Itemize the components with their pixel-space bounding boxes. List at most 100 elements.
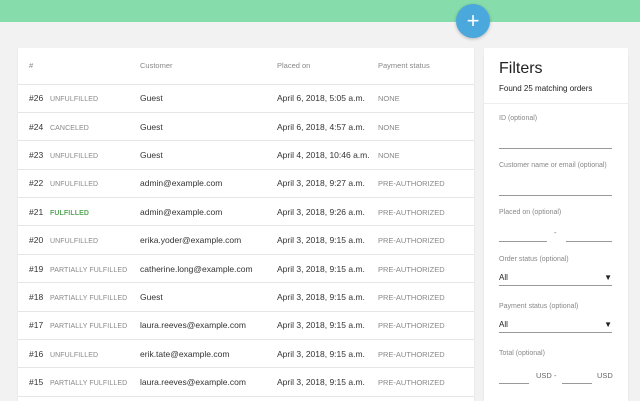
order-placed-on: April 3, 2018, 9:15 a.m. xyxy=(277,225,378,255)
order-status: CANCELED xyxy=(50,112,140,142)
order-payment-status-text: PRE-AUTHORIZED xyxy=(378,321,445,331)
order-customer: catherine.long@example.com xyxy=(140,254,277,284)
payment-status-value: All xyxy=(499,320,508,329)
order-number-text: #16 xyxy=(29,348,44,359)
order-placed-on: April 6, 2018, 4:57 a.m. xyxy=(277,112,378,142)
order-status: FULFILLED xyxy=(50,197,140,227)
orders-panel: # Customer Placed on Payment status #26 U… xyxy=(18,48,474,401)
column-header-number[interactable]: # xyxy=(18,48,50,85)
total-max-input[interactable] xyxy=(562,370,592,384)
order-status-value: All xyxy=(499,273,508,282)
order-number: #16 xyxy=(18,339,50,369)
order-placed-on: April 4, 2018, 10:46 a.m. xyxy=(277,140,378,170)
order-number-text: #18 xyxy=(29,291,44,302)
column-header-customer[interactable]: Customer xyxy=(140,48,277,85)
order-number-text: #15 xyxy=(29,377,44,388)
order-status: UNFULFILLED xyxy=(50,225,140,255)
order-number: #24 xyxy=(18,112,50,142)
order-placed-on-text: April 3, 2018, 9:15 a.m. xyxy=(277,320,365,331)
id-filter-input[interactable] xyxy=(499,135,612,149)
order-customer-text: erika.yoder@example.com xyxy=(140,235,242,246)
matching-orders-count: Found 25 matching orders xyxy=(499,84,593,93)
total-min-input[interactable] xyxy=(499,370,529,384)
order-status-text: UNFULFILLED xyxy=(50,181,99,189)
order-payment-status-text: PRE-AUTHORIZED xyxy=(378,179,445,189)
order-customer: laura.reeves@example.com xyxy=(140,311,277,341)
placed-on-separator: - xyxy=(554,228,557,237)
order-payment-status: PRE-AUTHORIZED xyxy=(378,339,474,369)
table-row[interactable]: #16 UNFULFILLED erik.tate@example.com April… xyxy=(18,339,474,369)
order-customer: Guest xyxy=(140,140,277,170)
order-payment-status-text: PRE-AUTHORIZED xyxy=(378,207,445,217)
order-status-text: UNFULFILLED xyxy=(50,238,99,246)
order-customer: Guest xyxy=(140,84,277,113)
order-placed-on: April 3, 2018, 9:15 a.m. xyxy=(277,282,378,312)
table-row[interactable]: #22 UNFULFILLED admin@example.com April 3, … xyxy=(18,169,474,199)
order-status-text: FULFILLED xyxy=(50,209,90,217)
order-payment-status-text: PRE-AUTHORIZED xyxy=(378,378,445,388)
order-number-text: #22 xyxy=(29,178,44,189)
order-payment-status: NONE xyxy=(378,140,474,170)
table-row[interactable]: #19 PARTIALLY FULFILLED catherine.long@exa… xyxy=(18,254,474,284)
order-customer: Guest xyxy=(140,112,277,142)
order-status-text: UNFULFILLED xyxy=(50,152,99,160)
order-placed-on-text: April 3, 2018, 9:15 a.m. xyxy=(277,235,365,246)
order-status-select[interactable]: All ▼ xyxy=(499,270,612,286)
column-header-placed-on[interactable]: Placed on xyxy=(277,48,378,85)
order-number-text: #21 xyxy=(29,206,44,217)
payment-status-select[interactable]: All ▼ xyxy=(499,317,612,333)
table-row[interactable]: #17 PARTIALLY FULFILLED laura.reeves@examp… xyxy=(18,311,474,341)
customer-filter-label: Customer name or email (optional) xyxy=(499,162,607,169)
table-header-row: # Customer Placed on Payment status xyxy=(18,48,474,85)
order-payment-status-text: NONE xyxy=(378,150,400,160)
order-status: UNFULFILLED xyxy=(50,169,140,199)
order-status: PARTIALLY FULFILLED xyxy=(50,254,140,284)
order-payment-status: PRE-AUTHORIZED xyxy=(378,225,474,255)
plus-icon: + xyxy=(466,8,480,33)
table-row[interactable]: #23 UNFULFILLED Guest April 4, 2018, 10:46 … xyxy=(18,140,474,170)
caret-down-icon: ▼ xyxy=(604,273,612,282)
order-status: PARTIALLY FULFILLED xyxy=(50,311,140,341)
order-status-text: UNFULFILLED xyxy=(50,351,99,359)
payment-status-filter-label: Payment status (optional) xyxy=(499,303,579,310)
order-payment-status-text: PRE-AUTHORIZED xyxy=(378,264,445,274)
order-payment-status: PRE-AUTHORIZED xyxy=(378,311,474,341)
table-row[interactable]: #18 PARTIALLY FULFILLED Guest April 3, 2018… xyxy=(18,282,474,312)
order-customer-text: admin@example.com xyxy=(140,178,223,189)
table-row[interactable]: #26 UNFULFILLED Guest April 6, 2018, 5:05 a… xyxy=(18,84,474,113)
order-status-text: PARTIALLY FULFILLED xyxy=(50,323,128,331)
order-number: #18 xyxy=(18,282,50,312)
table-row[interactable]: #24 CANCELED Guest April 6, 2018, 4:57 a.m.… xyxy=(18,112,474,142)
customer-filter-input[interactable] xyxy=(499,182,612,196)
order-customer-text: laura.reeves@example.com xyxy=(140,377,246,388)
order-placed-on-text: April 6, 2018, 5:05 a.m. xyxy=(277,93,365,104)
add-order-button[interactable]: + xyxy=(456,4,490,38)
order-customer: admin@example.com xyxy=(140,169,277,199)
order-placed-on-text: April 4, 2018, 10:46 a.m. xyxy=(277,149,370,160)
order-placed-on: April 3, 2018, 9:15 a.m. xyxy=(277,367,378,397)
order-placed-on-text: April 3, 2018, 9:27 a.m. xyxy=(277,178,365,189)
order-placed-on-text: April 6, 2018, 4:57 a.m. xyxy=(277,121,365,132)
order-number: #22 xyxy=(18,169,50,199)
order-status-text: PARTIALLY FULFILLED xyxy=(50,266,128,274)
order-payment-status: PRE-AUTHORIZED xyxy=(378,254,474,284)
filters-title: Filters xyxy=(499,60,543,77)
order-payment-status: NONE xyxy=(378,112,474,142)
order-customer-text: erik.tate@example.com xyxy=(140,348,230,359)
order-payment-status-text: NONE xyxy=(378,122,400,132)
order-number-text: #23 xyxy=(29,149,44,160)
filters-panel: Filters Found 25 matching orders ID (opt… xyxy=(484,48,628,401)
orders-table-body: #26 UNFULFILLED Guest April 6, 2018, 5:05 a… xyxy=(18,84,474,397)
placed-on-from-input[interactable] xyxy=(499,228,547,242)
table-row[interactable]: #21 FULFILLED admin@example.com April 3, 20… xyxy=(18,197,474,227)
table-row[interactable]: #20 UNFULFILLED erika.yoder@example.com Apr… xyxy=(18,225,474,255)
column-header-payment-status[interactable]: Payment status xyxy=(378,48,474,85)
order-payment-status-text: PRE-AUTHORIZED xyxy=(378,236,445,246)
orders-table: # Customer Placed on Payment status #26 U… xyxy=(18,48,474,397)
order-payment-status: PRE-AUTHORIZED xyxy=(378,282,474,312)
order-status: PARTIALLY FULFILLED xyxy=(50,367,140,397)
order-customer: laura.reeves@example.com xyxy=(140,367,277,397)
table-row[interactable]: #15 PARTIALLY FULFILLED laura.reeves@examp… xyxy=(18,367,474,397)
placed-on-to-input[interactable] xyxy=(566,228,612,242)
order-status-text: PARTIALLY FULFILLED xyxy=(50,294,128,302)
